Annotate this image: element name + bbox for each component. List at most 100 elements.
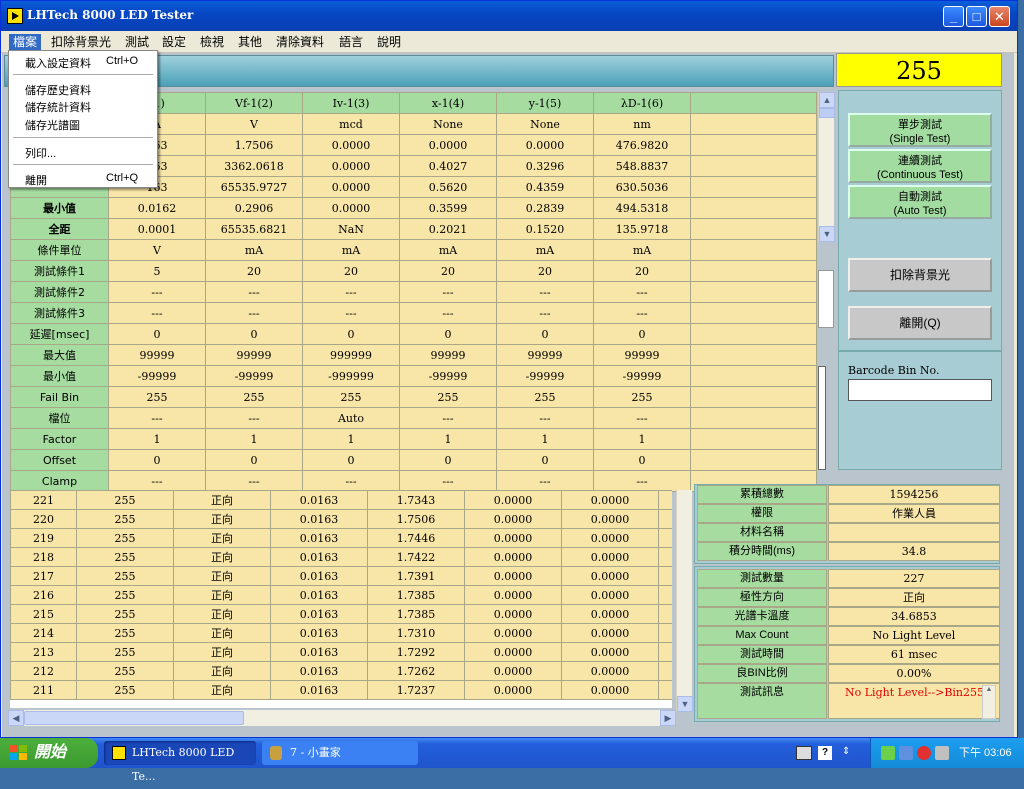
table-cell[interactable]: 1 (399, 428, 497, 450)
table-cell[interactable]: --- (496, 470, 594, 492)
table-cell[interactable]: 0 (108, 449, 206, 471)
tray-security-icon[interactable] (917, 746, 931, 760)
menu-item-print[interactable]: 列印... (25, 145, 56, 161)
table-cell[interactable]: 0.0000 (496, 134, 594, 156)
table-cell[interactable]: 3362.0618 (205, 155, 303, 177)
table-cell[interactable]: 65535.6821 (205, 218, 303, 240)
table-cell[interactable]: -99999 (108, 365, 206, 387)
table-row[interactable]: 219 255 正向 0.0163 1.7446 0.0000 0.0000 (10, 528, 672, 548)
table-cell[interactable]: 99999 (108, 344, 206, 366)
table-cell[interactable]: 0 (593, 323, 691, 345)
table-cell[interactable]: 0.5620 (399, 176, 497, 198)
task-lhtech[interactable]: LHTech 8000 LED Te... (104, 741, 256, 783)
table-cell[interactable]: 5 (108, 260, 206, 282)
table-cell[interactable]: 0 (205, 323, 303, 345)
table-cell[interactable]: --- (399, 470, 497, 492)
table-cell[interactable]: 0 (205, 449, 303, 471)
table-cell[interactable]: 0 (399, 449, 497, 471)
table-cell[interactable]: 20 (593, 260, 691, 282)
column-header[interactable]: Vf-1(2) (205, 92, 303, 114)
column-header[interactable]: λD-1(6) (593, 92, 691, 114)
barcode-bin-input[interactable] (848, 379, 992, 401)
table-cell[interactable] (690, 260, 817, 282)
table-cell[interactable] (690, 134, 817, 156)
menu-test[interactable]: 測試 (121, 34, 153, 51)
table-cell[interactable]: 135.9718 (593, 218, 691, 240)
table-cell[interactable]: 0.1520 (496, 218, 594, 240)
table-row[interactable]: 221 255 正向 0.0163 1.7343 0.0000 0.0000 (10, 490, 672, 510)
table-cell[interactable]: nm (593, 113, 691, 135)
table-cell[interactable]: -999999 (302, 365, 400, 387)
table-cell[interactable]: V (108, 239, 206, 261)
table-row[interactable]: 214 255 正向 0.0163 1.7310 0.0000 0.0000 (10, 623, 672, 643)
table-row[interactable]: 215 255 正向 0.0163 1.7385 0.0000 0.0000 (10, 604, 672, 624)
table-cell[interactable]: 255 (302, 386, 400, 408)
table-cell[interactable]: 99999 (205, 344, 303, 366)
table-cell[interactable]: 0.0000 (302, 176, 400, 198)
table-cell[interactable]: 0.0000 (302, 155, 400, 177)
table-cell[interactable]: -99999 (496, 365, 594, 387)
table-cell[interactable] (690, 113, 817, 135)
table-cell[interactable]: 255 (205, 386, 303, 408)
table-row[interactable]: 220 255 正向 0.0163 1.7506 0.0000 0.0000 (10, 509, 672, 529)
table-cell[interactable]: 0.3599 (399, 197, 497, 219)
table-cell[interactable]: 0 (593, 449, 691, 471)
table-cell[interactable]: 0 (302, 449, 400, 471)
table-cell[interactable]: --- (302, 302, 400, 324)
task-paint[interactable]: 7 - 小畫家 (262, 741, 418, 765)
menu-background[interactable]: 扣除背景光 (47, 34, 115, 51)
table-cell[interactable]: 20 (205, 260, 303, 282)
table-row[interactable]: 212 255 正向 0.0163 1.7262 0.0000 0.0000 (10, 661, 672, 681)
table-cell[interactable] (690, 428, 817, 450)
table-cell[interactable]: 0 (496, 323, 594, 345)
table-row[interactable]: 211 255 正向 0.0163 1.7237 0.0000 0.0000 (10, 680, 672, 700)
tray-network-icon[interactable] (881, 746, 895, 760)
table-cell[interactable]: 0.0162 (108, 197, 206, 219)
table-cell[interactable]: mA (205, 239, 303, 261)
close-button[interactable]: ✕ (989, 6, 1010, 27)
tray-display-icon[interactable] (899, 746, 913, 760)
menu-other[interactable]: 其他 (234, 34, 266, 51)
continuous-test-button[interactable]: 連續測試 (Continuous Test) (848, 149, 992, 183)
table-cell[interactable]: 494.5318 (593, 197, 691, 219)
column-header[interactable]: y-1(5) (496, 92, 594, 114)
table-cell[interactable]: 1 (496, 428, 594, 450)
start-button[interactable]: 開始 (0, 738, 98, 768)
table-cell[interactable] (690, 365, 817, 387)
menu-item-save-stats[interactable]: 儲存統計資料 (25, 99, 91, 115)
table-cell[interactable]: --- (496, 302, 594, 324)
table-cell[interactable] (690, 449, 817, 471)
table-cell[interactable]: mA (593, 239, 691, 261)
table-cell[interactable] (690, 344, 817, 366)
column-header[interactable]: x-1(4) (399, 92, 497, 114)
table-cell[interactable]: --- (205, 281, 303, 303)
table-cell[interactable]: 0.4027 (399, 155, 497, 177)
table-cell[interactable]: 0.0000 (399, 134, 497, 156)
menu-file[interactable]: 檔案 (9, 34, 42, 51)
tray-volume-icon[interactable] (935, 746, 949, 760)
table-cell[interactable]: 1 (302, 428, 400, 450)
table-cell[interactable] (690, 386, 817, 408)
table-cell[interactable]: 0 (302, 323, 400, 345)
subtract-background-button[interactable]: 扣除背景光 (848, 258, 992, 292)
table-cell[interactable]: --- (593, 302, 691, 324)
table-cell[interactable]: 999999 (302, 344, 400, 366)
table-cell[interactable]: --- (205, 470, 303, 492)
table-cell[interactable]: mA (302, 239, 400, 261)
menu-item-load-settings[interactable]: 載入設定資料 (25, 55, 91, 71)
table-cell[interactable]: 0.2021 (399, 218, 497, 240)
table-cell[interactable] (690, 323, 817, 345)
table-cell[interactable] (690, 407, 817, 429)
table-cell[interactable]: 99999 (496, 344, 594, 366)
table-cell[interactable]: --- (593, 470, 691, 492)
table-cell[interactable]: 0.2839 (496, 197, 594, 219)
table-cell[interactable]: -99999 (399, 365, 497, 387)
help-icon[interactable]: ? (818, 746, 832, 760)
table-row[interactable]: 217 255 正向 0.0163 1.7391 0.0000 0.0000 (10, 566, 672, 586)
table-cell[interactable]: 0.0000 (302, 197, 400, 219)
table-cell[interactable] (690, 155, 817, 177)
table-cell[interactable]: None (496, 113, 594, 135)
scroll-down-icon[interactable]: ▼ (819, 226, 835, 242)
table-cell[interactable]: --- (593, 281, 691, 303)
maximize-button[interactable]: □ (966, 6, 987, 27)
